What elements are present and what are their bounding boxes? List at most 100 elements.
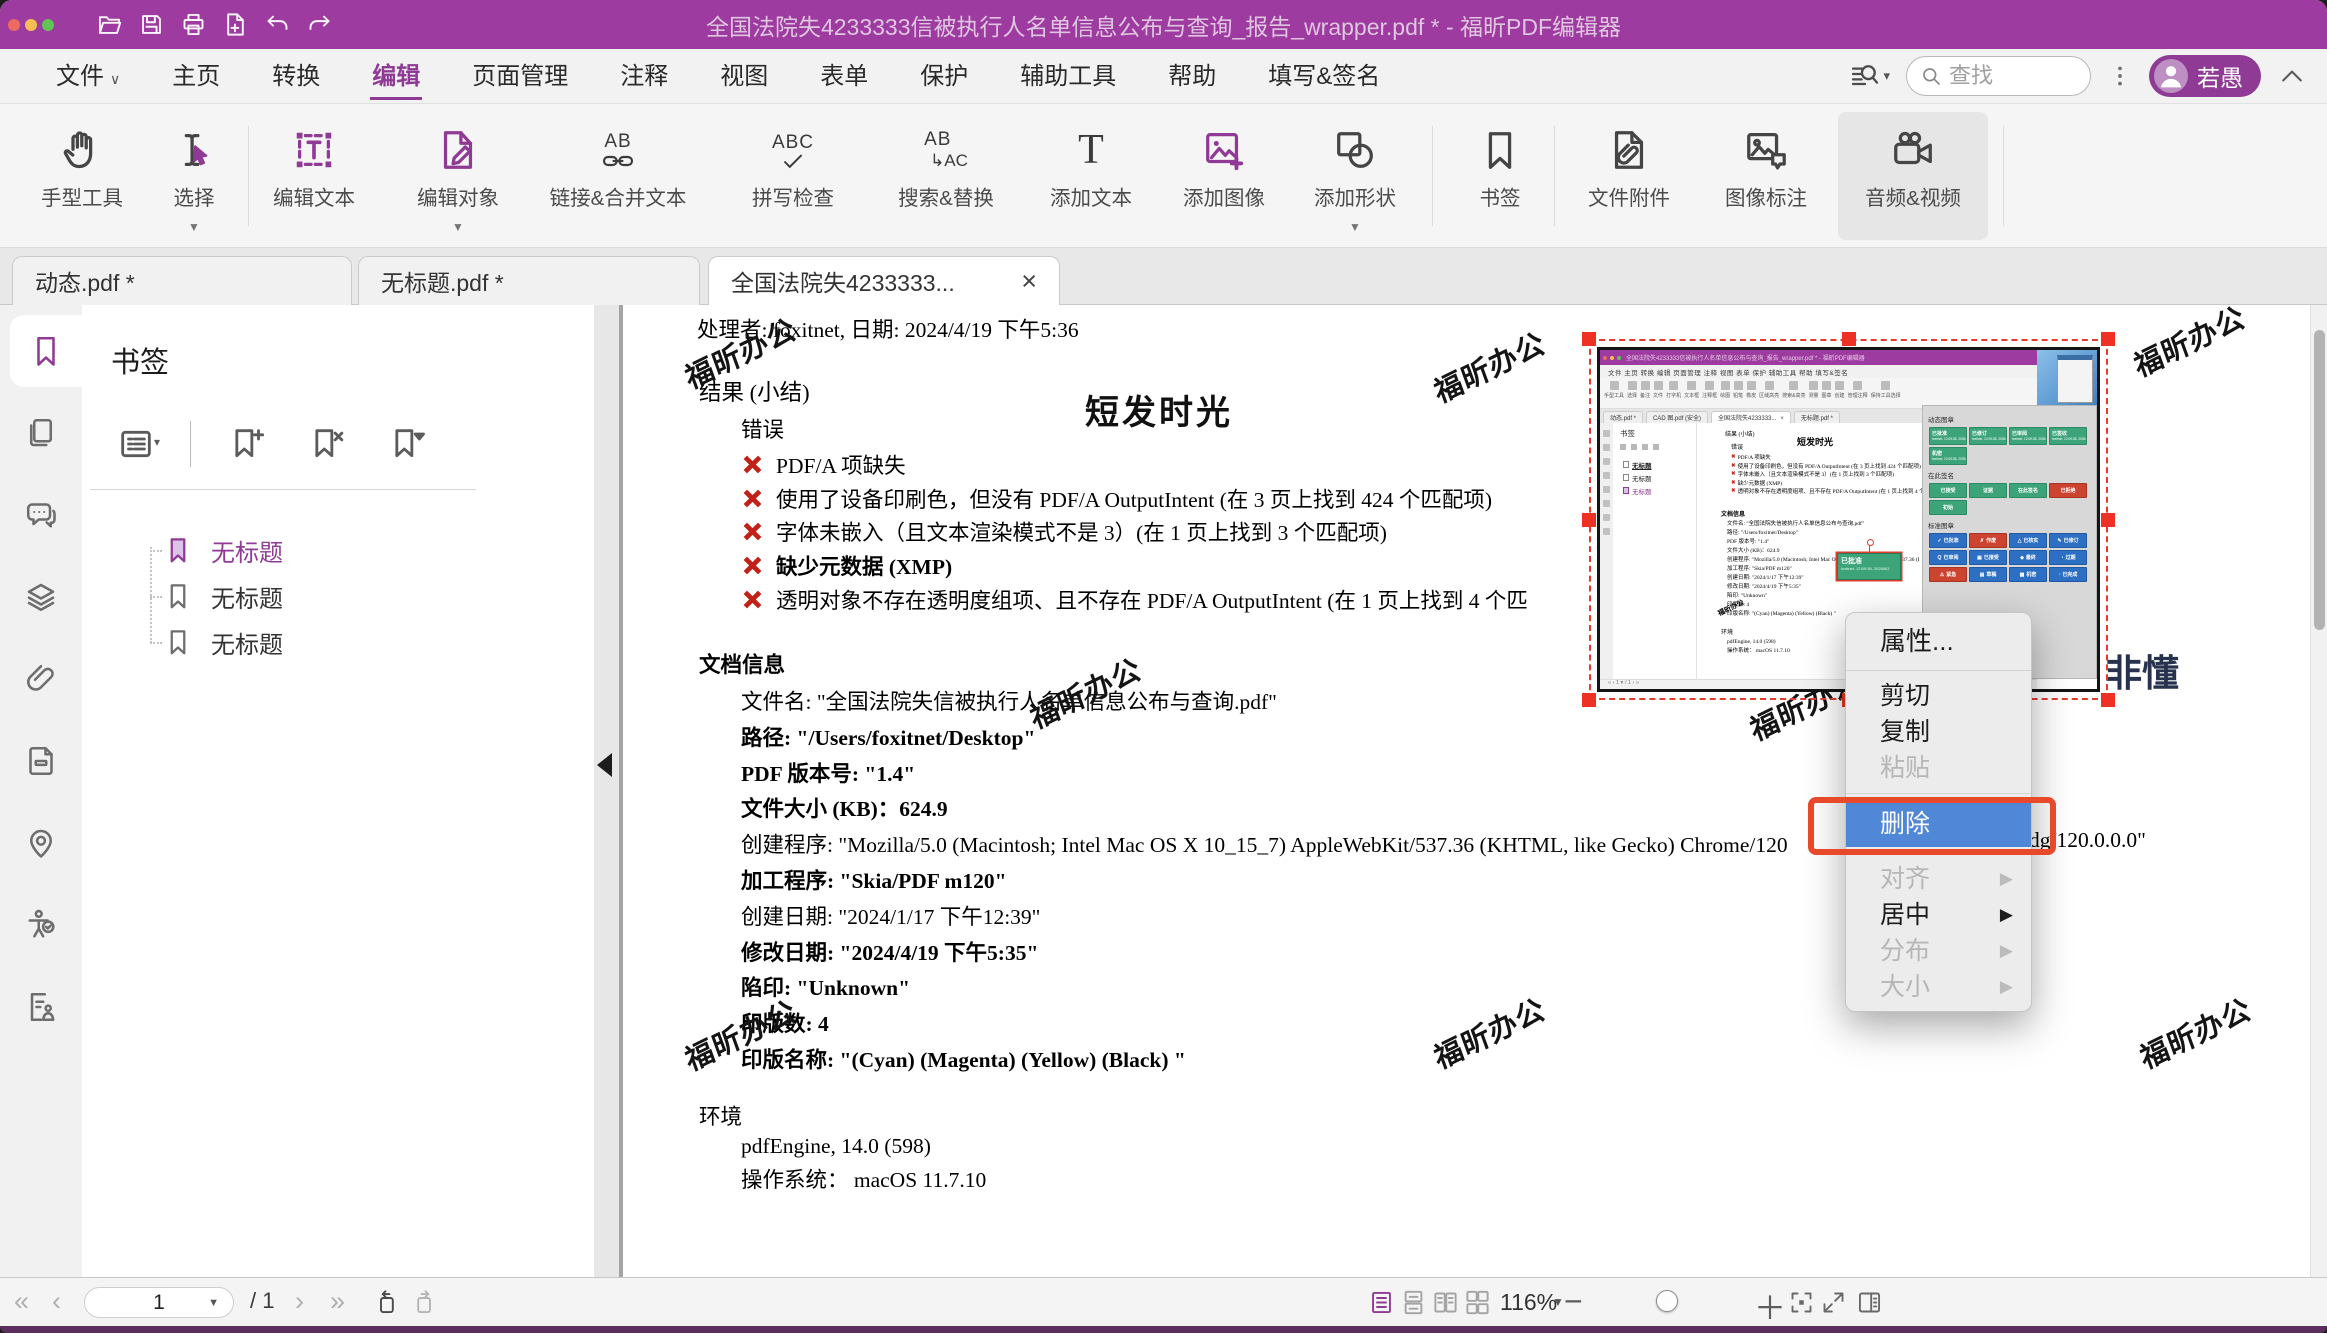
collapse-ribbon-icon[interactable] [2277, 61, 2307, 91]
add-shape-button[interactable]: 添加形状 ▼ [1295, 112, 1415, 240]
minimize-window-button[interactable] [25, 19, 37, 31]
user-account-button[interactable]: 若愚 [2149, 55, 2261, 97]
context-menu-item[interactable]: 分布 ▶ [1846, 933, 2031, 969]
new-doc-icon[interactable] [222, 11, 249, 38]
context-menu-item[interactable]: 大小 ▶ [1846, 969, 2031, 1005]
prev-page-button[interactable]: ‹ [52, 1286, 61, 1317]
two-page-view-icon[interactable] [1432, 1289, 1459, 1316]
sidebar-nav-item[interactable] [0, 971, 82, 1043]
document-tab[interactable]: 无标题.pdf * [358, 256, 700, 305]
more-options-icon[interactable] [2107, 63, 2133, 89]
redo-icon[interactable] [306, 11, 333, 38]
pdf-page[interactable]: 处理者: foxitnet, 日期: 2024/4/19 下午5:36 结果 (… [623, 305, 2310, 1277]
last-page-button[interactable]: » [330, 1286, 345, 1317]
next-page-button[interactable]: › [295, 1286, 304, 1317]
previous-view-icon[interactable] [372, 1289, 399, 1316]
menu-item[interactable]: 文件∨ [30, 49, 146, 104]
save-icon[interactable] [138, 11, 165, 38]
folder-open-icon[interactable] [96, 11, 123, 38]
zoom-out-button[interactable]: − [1564, 1283, 1583, 1320]
sidebar-nav-item[interactable] [0, 889, 82, 961]
menu-item[interactable]: 填写&签名 [1242, 49, 1406, 104]
context-menu-item[interactable]: 对齐 ▶ [1846, 861, 2031, 897]
bookmark-item[interactable]: 无标题 [82, 619, 594, 665]
vertical-scrollbar[interactable] [2310, 305, 2327, 1277]
context-menu-item[interactable]: 居中 ▶ [1846, 897, 2031, 933]
right-panel-icon[interactable] [1856, 1289, 1883, 1316]
resize-handle[interactable] [2101, 693, 2115, 707]
context-menu-item[interactable]: ▶ [1846, 793, 2031, 794]
bookmark-more-icon[interactable] [386, 424, 426, 464]
menu-item[interactable]: 表单 [794, 49, 894, 104]
print-icon[interactable] [180, 11, 207, 38]
sidebar-nav-item[interactable] [0, 479, 82, 551]
link-merge-text-button[interactable]: AB 链接&合并文本 [528, 112, 708, 240]
fullscreen-icon[interactable] [1820, 1289, 1847, 1316]
sidebar-nav-item[interactable] [0, 725, 82, 797]
close-tab-icon[interactable]: × [1001, 266, 1037, 297]
continuous-view-icon[interactable] [1400, 1289, 1427, 1316]
first-page-button[interactable]: « [14, 1286, 29, 1317]
bookmark-item[interactable]: 无标题 [82, 527, 594, 573]
fit-page-icon[interactable] [1788, 1289, 1815, 1316]
menu-item[interactable]: 主页 [146, 49, 246, 104]
sidebar-nav-item[interactable] [10, 315, 82, 387]
menu-item[interactable]: 保护 [894, 49, 994, 104]
resize-handle[interactable] [1842, 332, 1856, 346]
sidebar-nav-item[interactable] [0, 397, 82, 469]
menu-item[interactable]: 帮助 [1142, 49, 1242, 104]
panel-splitter[interactable] [594, 305, 623, 1277]
sidebar-nav-item[interactable] [0, 643, 82, 715]
close-window-button[interactable] [8, 19, 20, 31]
menu-item[interactable]: 注释 [594, 49, 694, 104]
single-page-view-icon[interactable] [1368, 1289, 1395, 1316]
spellcheck-button[interactable]: ABC 拼写检查 [730, 112, 856, 240]
bookmark-options-icon[interactable] [116, 424, 156, 464]
resize-handle[interactable] [1582, 332, 1596, 346]
menu-item[interactable]: 编辑 [346, 49, 446, 104]
add-image-button[interactable]: 添加图像 [1165, 112, 1283, 240]
two-page-continuous-view-icon[interactable] [1464, 1289, 1491, 1316]
context-menu-item[interactable]: 复制 ▶ [1846, 714, 2031, 750]
document-tab-active[interactable]: 全国法院失4233333... × [708, 256, 1060, 305]
file-attachment-button[interactable]: 文件附件 [1570, 112, 1688, 240]
next-view-icon[interactable] [412, 1289, 439, 1316]
undo-icon[interactable] [264, 11, 291, 38]
zoom-level[interactable]: 116% [1500, 1289, 1557, 1316]
edit-text-button[interactable]: 编辑文本 [258, 112, 370, 240]
bookmark-button[interactable]: 书签 [1458, 112, 1542, 240]
context-menu-item[interactable]: 剪切 ▶ [1846, 678, 2031, 714]
document-tab[interactable]: 动态.pdf * [12, 256, 352, 305]
search-replace-button[interactable]: AB↳AC 搜索&替换 [872, 112, 1020, 240]
sidebar-nav-item[interactable] [0, 561, 82, 633]
menu-item[interactable]: 转换 [246, 49, 346, 104]
select-tool-button[interactable]: 选择 ▼ [148, 112, 240, 240]
resize-handle[interactable] [1582, 513, 1596, 527]
context-menu-item[interactable]: 粘贴 ▶ [1846, 750, 2031, 786]
add-text-button[interactable]: T 添加文本 [1032, 112, 1150, 240]
add-bookmark-icon[interactable] [226, 424, 266, 464]
resize-handle[interactable] [2101, 513, 2115, 527]
zoom-slider-thumb[interactable] [1656, 1290, 1678, 1312]
bookmark-item[interactable]: 无标题 [82, 573, 594, 619]
menu-item[interactable]: 辅助工具 [994, 49, 1142, 104]
zoom-in-button[interactable]: ＋ [1754, 1283, 1786, 1329]
audio-video-button[interactable]: 音频&视频 [1838, 112, 1988, 240]
search-input[interactable] [1949, 63, 2069, 89]
collapse-panel-icon[interactable] [597, 753, 612, 777]
context-menu-item[interactable]: ▶ [1846, 670, 2031, 671]
search-box[interactable] [1906, 56, 2091, 96]
page-number-input[interactable]: 1 ▼ [84, 1287, 234, 1318]
resize-handle[interactable] [2101, 332, 2115, 346]
menu-item[interactable]: 页面管理 [446, 49, 594, 104]
resize-handle[interactable] [1582, 693, 1596, 707]
menu-item[interactable]: 视图 [694, 49, 794, 104]
sidebar-nav-item[interactable] [0, 807, 82, 879]
chevron-down-icon[interactable]: ▼ [1552, 1295, 1564, 1309]
delete-bookmark-icon[interactable] [306, 424, 346, 464]
advanced-search-button[interactable]: ▾ [1849, 60, 1890, 92]
hand-tool-button[interactable]: 手型工具 [30, 112, 134, 240]
zoom-window-button[interactable] [42, 19, 54, 31]
image-annotation-button[interactable]: 图像标注 [1705, 112, 1827, 240]
scrollbar-thumb[interactable] [2314, 330, 2325, 630]
